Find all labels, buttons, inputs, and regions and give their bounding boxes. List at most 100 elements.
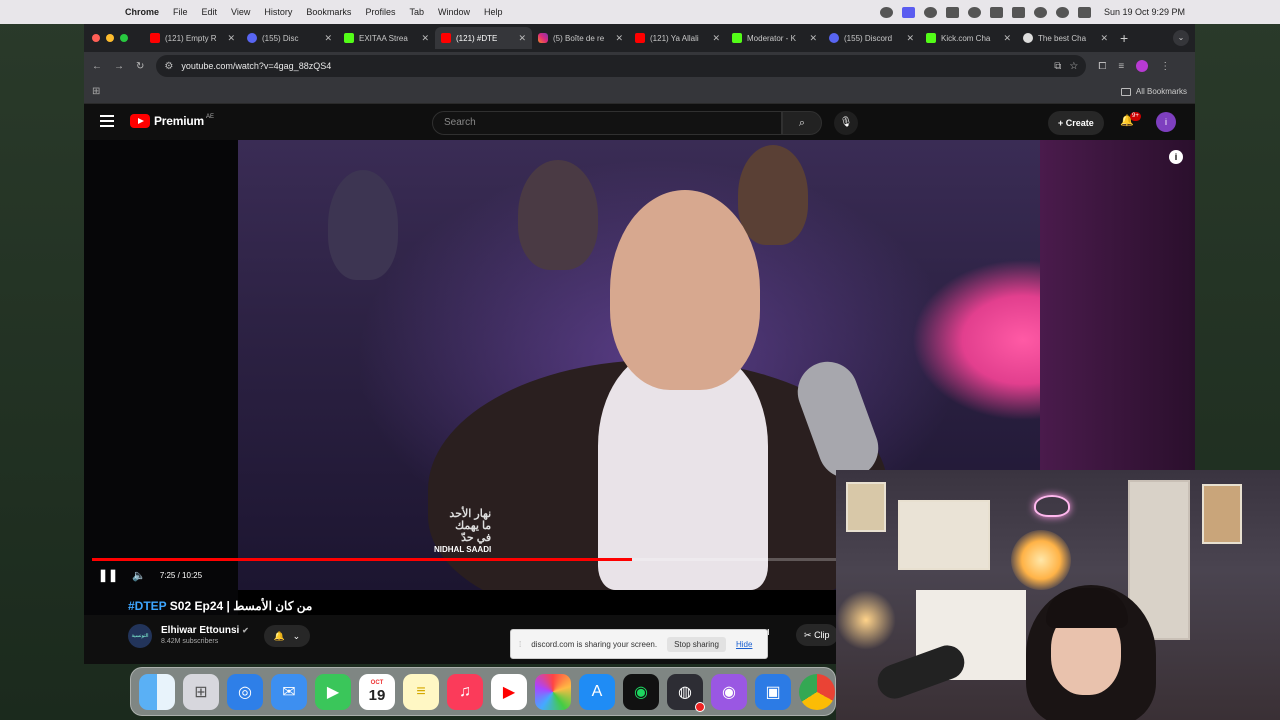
minimize-window-button[interactable]: [106, 34, 114, 42]
menu-edit[interactable]: Edit: [195, 7, 225, 17]
menu-help[interactable]: Help: [477, 7, 510, 17]
back-arrow-icon[interactable]: ←: [92, 61, 102, 72]
obs-status-icon[interactable]: [923, 6, 937, 18]
notes-icon[interactable]: ≡: [403, 673, 439, 710]
screen-share-status-icon[interactable]: [901, 6, 915, 18]
browser-tab[interactable]: (155) Disc ✕: [241, 27, 338, 49]
close-tab-icon[interactable]: ✕: [518, 33, 526, 44]
extensions-icon[interactable]: ⧠: [1098, 61, 1106, 72]
menu-history[interactable]: History: [257, 7, 299, 17]
media-controls-icon[interactable]: ≡: [1118, 61, 1124, 72]
wall-poster: [1202, 484, 1242, 544]
cast-icon[interactable]: ⧉: [1054, 61, 1061, 72]
create-label: Create: [1065, 118, 1094, 128]
account-avatar[interactable]: i: [1156, 112, 1176, 132]
tab-search-icon[interactable]: ⌄: [1173, 30, 1189, 46]
window-manager-icon[interactable]: [945, 6, 959, 18]
youtube-premium-logo[interactable]: Premium AE: [130, 114, 214, 128]
menu-bookmarks[interactable]: Bookmarks: [299, 7, 358, 17]
obs-icon[interactable]: ◍: [667, 673, 705, 712]
site-info-icon[interactable]: ⚙: [164, 61, 173, 72]
menu-bar-clock[interactable]: Sun 19 Oct 9:29 PM: [1104, 7, 1185, 17]
menu-window[interactable]: Window: [431, 7, 477, 17]
close-tab-icon[interactable]: ✕: [1003, 33, 1011, 44]
music-icon[interactable]: ♫: [447, 673, 483, 710]
mail-icon[interactable]: ✉: [271, 673, 307, 710]
input-source-icon[interactable]: [989, 6, 1003, 18]
youtube-favicon-icon: [441, 33, 451, 43]
browser-tab[interactable]: (121) Ya Allali ✕: [629, 27, 726, 49]
zoom-window-button[interactable]: [120, 34, 128, 42]
browser-tab-active[interactable]: (121) #DTE ✕: [435, 27, 532, 49]
launchpad-icon[interactable]: ⊞: [183, 673, 219, 710]
close-tab-icon[interactable]: ✕: [712, 33, 720, 44]
profile-avatar-icon[interactable]: [1136, 60, 1149, 72]
menu-tab[interactable]: Tab: [402, 7, 431, 17]
menu-file[interactable]: File: [166, 7, 195, 17]
close-tab-icon[interactable]: ✕: [324, 33, 332, 44]
bookmark-star-icon[interactable]: ☆: [1069, 61, 1078, 72]
calendar-icon[interactable]: OCT 19: [359, 673, 395, 710]
facetime-icon[interactable]: ▶: [315, 673, 351, 710]
browser-tab[interactable]: (155) Discord ✕: [823, 27, 920, 49]
battery-icon[interactable]: [1011, 6, 1025, 18]
macos-dock: ⊞ ◎ ✉ ▶ OCT 19 ≡ ♫ ▶ A ◉ ◍ ◉ ▣: [130, 667, 836, 716]
browser-tab[interactable]: The best Cha ✕: [1017, 27, 1114, 49]
create-button[interactable]: + Create: [1048, 111, 1104, 135]
address-bar[interactable]: ⚙ youtube.com/watch?v=4gag_88zQS4 ⧉ ☆: [156, 55, 1087, 77]
close-tab-icon[interactable]: ✕: [906, 33, 914, 44]
finder-icon[interactable]: [139, 673, 175, 710]
wifi-icon[interactable]: [1033, 6, 1047, 18]
address-url[interactable]: youtube.com/watch?v=4gag_88zQS4: [181, 61, 1046, 71]
search-input[interactable]: Search: [432, 111, 782, 135]
podcasts-icon[interactable]: ◉: [711, 673, 747, 710]
new-tab-icon[interactable]: +: [1120, 30, 1128, 46]
drag-handle-icon[interactable]: ⁞: [519, 640, 521, 649]
close-tab-icon[interactable]: ✕: [227, 33, 235, 44]
safari-icon[interactable]: ◎: [227, 673, 263, 710]
stop-sharing-button[interactable]: Stop sharing: [667, 636, 726, 652]
chrome-icon[interactable]: [799, 673, 835, 710]
volume-icon[interactable]: 🔈: [132, 569, 146, 582]
forward-arrow-icon[interactable]: →: [114, 61, 124, 72]
media-control-icon[interactable]: [967, 6, 981, 18]
menu-profiles[interactable]: Profiles: [358, 7, 402, 17]
spotlight-search-icon[interactable]: [1055, 6, 1069, 18]
close-tab-icon[interactable]: ✕: [615, 33, 623, 44]
all-bookmarks-button[interactable]: All Bookmarks: [1120, 87, 1187, 96]
browser-tab[interactable]: (5) Boîte de re ✕: [532, 27, 629, 49]
photos-icon[interactable]: [535, 673, 571, 710]
channel-avatar[interactable]: التونسية: [128, 624, 152, 648]
subscription-notifications-button[interactable]: 🔔 ⌄: [264, 625, 310, 647]
clip-button[interactable]: ✂ Clip: [796, 624, 838, 646]
siri-icon[interactable]: [879, 6, 893, 18]
hide-link[interactable]: Hide: [736, 640, 752, 649]
close-tab-icon[interactable]: ✕: [1100, 33, 1108, 44]
browser-tab[interactable]: EXITAA Strea ✕: [338, 27, 435, 49]
close-tab-icon[interactable]: ✕: [421, 33, 429, 44]
menu-app-name[interactable]: Chrome: [118, 7, 166, 17]
browser-tab[interactable]: Kick.com Cha ✕: [920, 27, 1017, 49]
browser-tab[interactable]: (121) Empty R ✕: [144, 27, 241, 49]
youtube-app-icon[interactable]: ▶: [491, 673, 527, 710]
channel-name[interactable]: Elhiwar Ettounsi ✔: [161, 625, 249, 636]
pause-button-icon[interactable]: ❚❚: [98, 568, 118, 582]
screen-recorder-icon[interactable]: ▣: [755, 673, 791, 710]
subscriber-count: 8.42M subscribers: [161, 638, 219, 645]
info-icon[interactable]: i: [1169, 150, 1183, 164]
close-window-button[interactable]: [92, 34, 100, 42]
chrome-menu-icon[interactable]: ⋮: [1160, 61, 1170, 72]
voice-search-button[interactable]: 🎙: [834, 111, 858, 135]
close-tab-icon[interactable]: ✕: [809, 33, 817, 44]
browser-tab[interactable]: Moderator - K ✕: [726, 27, 823, 49]
search-button[interactable]: ⌕: [782, 111, 822, 135]
spotify-icon[interactable]: ◉: [623, 673, 659, 710]
control-center-icon[interactable]: [1077, 6, 1091, 18]
video-title-hashtag[interactable]: #DTEP: [128, 599, 166, 613]
reload-icon[interactable]: ↻: [136, 61, 144, 72]
progress-bar[interactable]: [92, 558, 852, 561]
guide-menu-icon[interactable]: [100, 115, 114, 127]
app-store-icon[interactable]: A: [579, 673, 615, 710]
apps-grid-icon[interactable]: ⊞: [92, 86, 100, 97]
menu-view[interactable]: View: [224, 7, 257, 17]
